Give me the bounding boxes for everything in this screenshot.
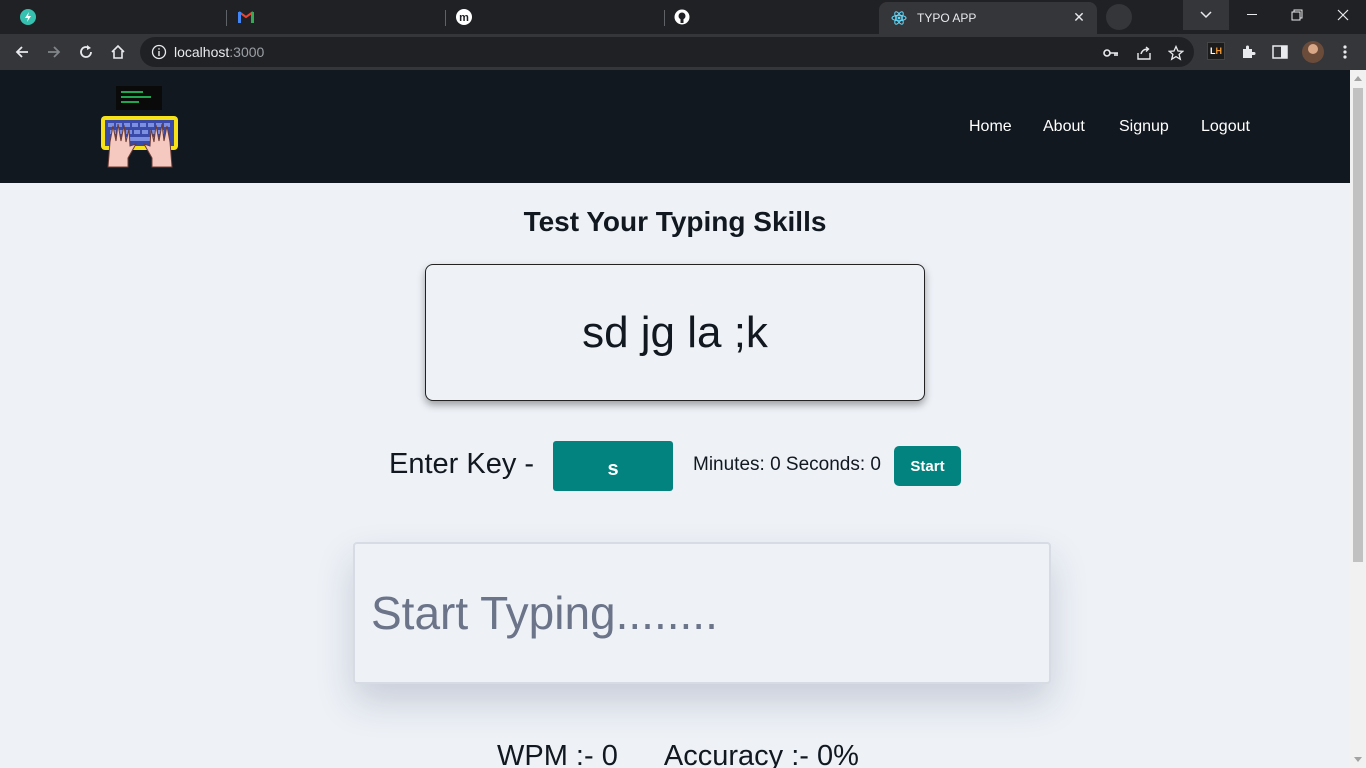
bolt-icon bbox=[20, 9, 36, 25]
browser-tab-bar: m TYPO APP ✕ bbox=[0, 0, 1366, 34]
page-content: Home About Signup Logout Test Your Typin… bbox=[0, 70, 1350, 768]
lighthouse-extension-icon[interactable]: LH bbox=[1207, 42, 1225, 60]
github-icon bbox=[674, 9, 690, 25]
navbar: Home About Signup Logout bbox=[0, 70, 1350, 183]
browser-tab[interactable] bbox=[674, 0, 690, 34]
nav-link-home[interactable]: Home bbox=[969, 118, 1012, 136]
menu-kebab-icon[interactable] bbox=[1335, 42, 1355, 62]
current-key: s bbox=[607, 457, 619, 480]
keyboard-hands-icon[interactable] bbox=[98, 86, 182, 168]
key-icon[interactable] bbox=[1102, 44, 1120, 62]
current-key-display: s bbox=[553, 441, 673, 491]
stats-row: WPM :- 0 Accuracy :- 0% bbox=[497, 740, 859, 768]
page-title: Test Your Typing Skills bbox=[523, 206, 827, 237]
timer-text: Minutes: 0 Seconds: 0 bbox=[693, 454, 881, 475]
new-tab-button[interactable] bbox=[1106, 4, 1132, 30]
nav-link-about[interactable]: About bbox=[1043, 118, 1085, 136]
react-icon bbox=[891, 10, 907, 26]
gmail-icon bbox=[238, 9, 254, 25]
scrollbar-thumb[interactable] bbox=[1353, 88, 1363, 562]
scroll-down-arrow-icon[interactable] bbox=[1354, 757, 1362, 762]
tab-search-icon[interactable] bbox=[1183, 0, 1229, 30]
home-icon[interactable] bbox=[108, 42, 128, 62]
svg-text:m: m bbox=[459, 12, 469, 24]
close-window-icon[interactable] bbox=[1320, 0, 1366, 30]
extensions-icon[interactable] bbox=[1238, 42, 1258, 62]
close-tab-icon[interactable]: ✕ bbox=[1071, 9, 1087, 26]
share-icon[interactable] bbox=[1135, 44, 1153, 62]
minimize-icon[interactable] bbox=[1229, 0, 1275, 30]
m-logo-icon: m bbox=[456, 9, 472, 25]
wpm-stat: WPM :- 0 bbox=[497, 740, 618, 768]
page-scrollbar[interactable] bbox=[1350, 70, 1366, 768]
bookmark-star-icon[interactable] bbox=[1167, 44, 1185, 62]
typing-input[interactable] bbox=[353, 542, 1051, 684]
browser-tab[interactable] bbox=[238, 0, 254, 34]
profile-avatar[interactable] bbox=[1302, 41, 1324, 63]
browser-tab[interactable] bbox=[20, 0, 36, 34]
reload-icon[interactable] bbox=[76, 42, 96, 62]
browser-tab[interactable]: m bbox=[456, 0, 472, 34]
restore-icon[interactable] bbox=[1274, 0, 1320, 30]
nav-link-signup[interactable]: Signup bbox=[1119, 118, 1169, 136]
target-text-box: sd jg la ;k bbox=[425, 264, 925, 401]
side-panel-icon[interactable] bbox=[1270, 42, 1290, 62]
scroll-up-arrow-icon[interactable] bbox=[1354, 76, 1362, 81]
accuracy-stat: Accuracy :- 0% bbox=[663, 740, 859, 768]
target-text: sd jg la ;k bbox=[582, 307, 768, 357]
address-bar[interactable]: localhost:3000 bbox=[140, 37, 1194, 67]
start-button[interactable]: Start bbox=[894, 446, 961, 486]
forward-icon[interactable] bbox=[44, 42, 64, 62]
browser-toolbar: localhost:3000 LH bbox=[0, 34, 1366, 70]
browser-tab-active[interactable]: TYPO APP ✕ bbox=[879, 2, 1097, 34]
tab-title: TYPO APP bbox=[917, 11, 977, 25]
back-icon[interactable] bbox=[12, 42, 32, 62]
site-info-icon[interactable] bbox=[151, 44, 167, 60]
enter-key-label: Enter Key - bbox=[389, 448, 535, 480]
nav-link-logout[interactable]: Logout bbox=[1201, 118, 1250, 136]
url-text: localhost:3000 bbox=[174, 44, 265, 60]
